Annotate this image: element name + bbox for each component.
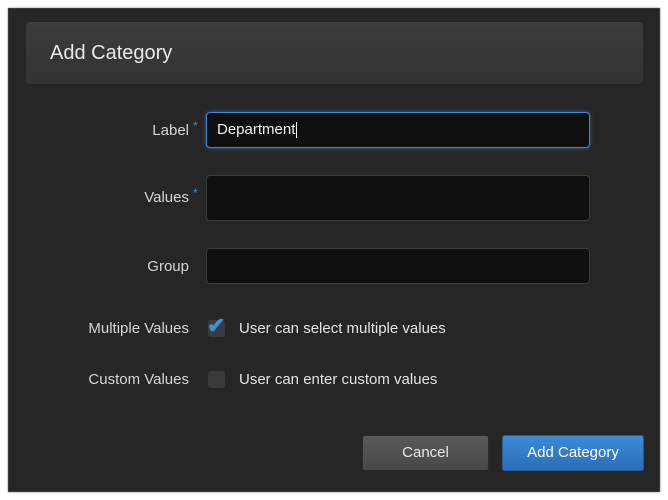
multiple-values-checkbox-text: User can select multiple values — [239, 320, 446, 337]
checkmark-icon: ✔ — [207, 313, 226, 338]
custom-values-checkbox-text: User can enter custom values — [239, 371, 438, 388]
label-input[interactable]: Department — [206, 112, 590, 148]
multiple-values-checkbox[interactable]: ✔ — [207, 313, 225, 338]
dialog-header: Add Category — [26, 22, 643, 84]
text-caret — [296, 122, 298, 138]
values-field-label: Values — [144, 189, 189, 206]
label-required-marker: * — [193, 119, 198, 133]
cancel-button[interactable]: Cancel — [362, 435, 489, 471]
values-required-marker: * — [193, 186, 198, 200]
label-field-label: Label — [152, 122, 189, 139]
group-input[interactable] — [206, 248, 590, 284]
custom-values-checkbox[interactable] — [208, 371, 225, 388]
add-category-button[interactable]: Add Category — [502, 435, 644, 471]
group-field-label: Group — [147, 258, 189, 275]
multiple-values-label: Multiple Values — [88, 320, 189, 337]
dialog-title: Add Category — [50, 42, 173, 64]
custom-values-label: Custom Values — [88, 371, 189, 388]
label-input-value: Department — [217, 121, 296, 138]
values-input[interactable] — [206, 175, 590, 221]
